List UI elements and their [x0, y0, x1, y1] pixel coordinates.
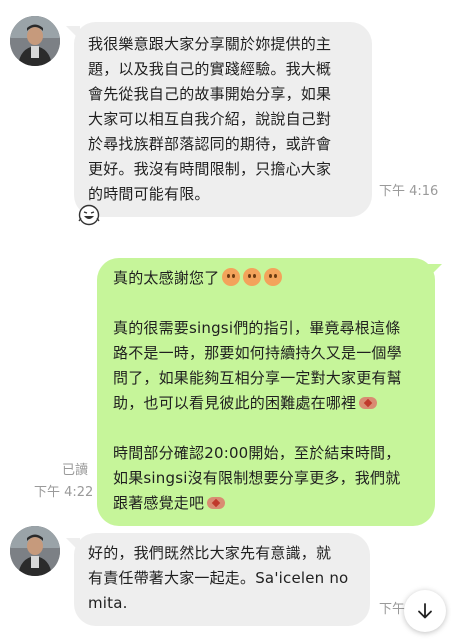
message-text-line: 於尋找族群部落認同的期待，或許會 [88, 135, 332, 153]
message-text-line: 助，也可以看見彼此的困難處在哪裡 [113, 391, 423, 416]
avatar[interactable] [10, 16, 60, 66]
heart-hands-icon [207, 497, 226, 509]
message-text-line: mita. [88, 594, 128, 612]
message-text: 真的太感謝您了 [113, 269, 220, 287]
message-bubble-incoming[interactable]: 我很樂意跟大家分享關於妳提供的主 題，以及我自己的實踐經驗。我大概 會先從我自己… [74, 22, 372, 217]
scroll-to-bottom-button[interactable] [404, 590, 446, 632]
message-text-line: 更好。我沒有時間限制，只擔心大家 [88, 160, 332, 178]
message-timestamp: 下午 4:22 [34, 485, 94, 500]
message-bubble-outgoing[interactable]: 真的太感謝您了 真的很需要singsi們的指引，畢竟尋根這條 路不是一時，那要如… [97, 258, 435, 526]
message-text-line: 的時間可能有限。 [88, 185, 210, 203]
message-text-line: 真的很需要singsi們的指引，畢竟尋根這條 [113, 319, 401, 337]
message-text-line: 問了，如果能夠互相分享一定對大家更有幫 [113, 369, 402, 387]
message-text-line: 題，以及我自己的實踐經驗。我大概 [88, 60, 332, 78]
pleading-face-icon [222, 268, 241, 286]
pleading-face-icon [243, 268, 262, 286]
message-text-line: 大家可以相互自我介紹，說說自己對 [88, 110, 332, 128]
arrow-down-icon [418, 603, 432, 619]
message-text-line: 時間部分確認20:00開始，至於結束時間， [113, 444, 401, 462]
message-text-line: 好的，我們既然比大家先有意識，就 [88, 544, 332, 562]
message-text-line: 真的太感謝您了 [113, 266, 423, 291]
message-text-line: 會先從我自己的故事開始分享，如果 [88, 85, 332, 103]
message-text-line: 如果singsi沒有限制想要分享更多，我們就 [113, 469, 401, 487]
message-text-line: 有責任帶著大家一起走。Sa'icelen no [88, 569, 349, 587]
avatar-photo [10, 526, 60, 576]
pleading-face-icon [264, 268, 283, 286]
message-text-line: 跟著感覺走吧 [113, 491, 423, 516]
message-timestamp: 下午 4:16 [379, 184, 439, 199]
message-bubble-incoming[interactable]: 好的，我們既然比大家先有意識，就 有責任帶著大家一起走。Sa'icelen no… [74, 533, 370, 626]
laughing-face-icon[interactable] [78, 204, 100, 226]
heart-hands-icon [359, 397, 378, 409]
message-text: 跟著感覺走吧 [113, 494, 205, 512]
message-text-line: 我很樂意跟大家分享關於妳提供的主 [88, 35, 332, 53]
message-text-line: 路不是一時，那要如何持續持久又是一個學 [113, 344, 402, 362]
message-text: 助，也可以看見彼此的困難處在哪裡 [113, 394, 357, 412]
avatar-photo [10, 16, 60, 66]
read-receipt: 已讀 [62, 463, 89, 478]
avatar[interactable] [10, 526, 60, 576]
